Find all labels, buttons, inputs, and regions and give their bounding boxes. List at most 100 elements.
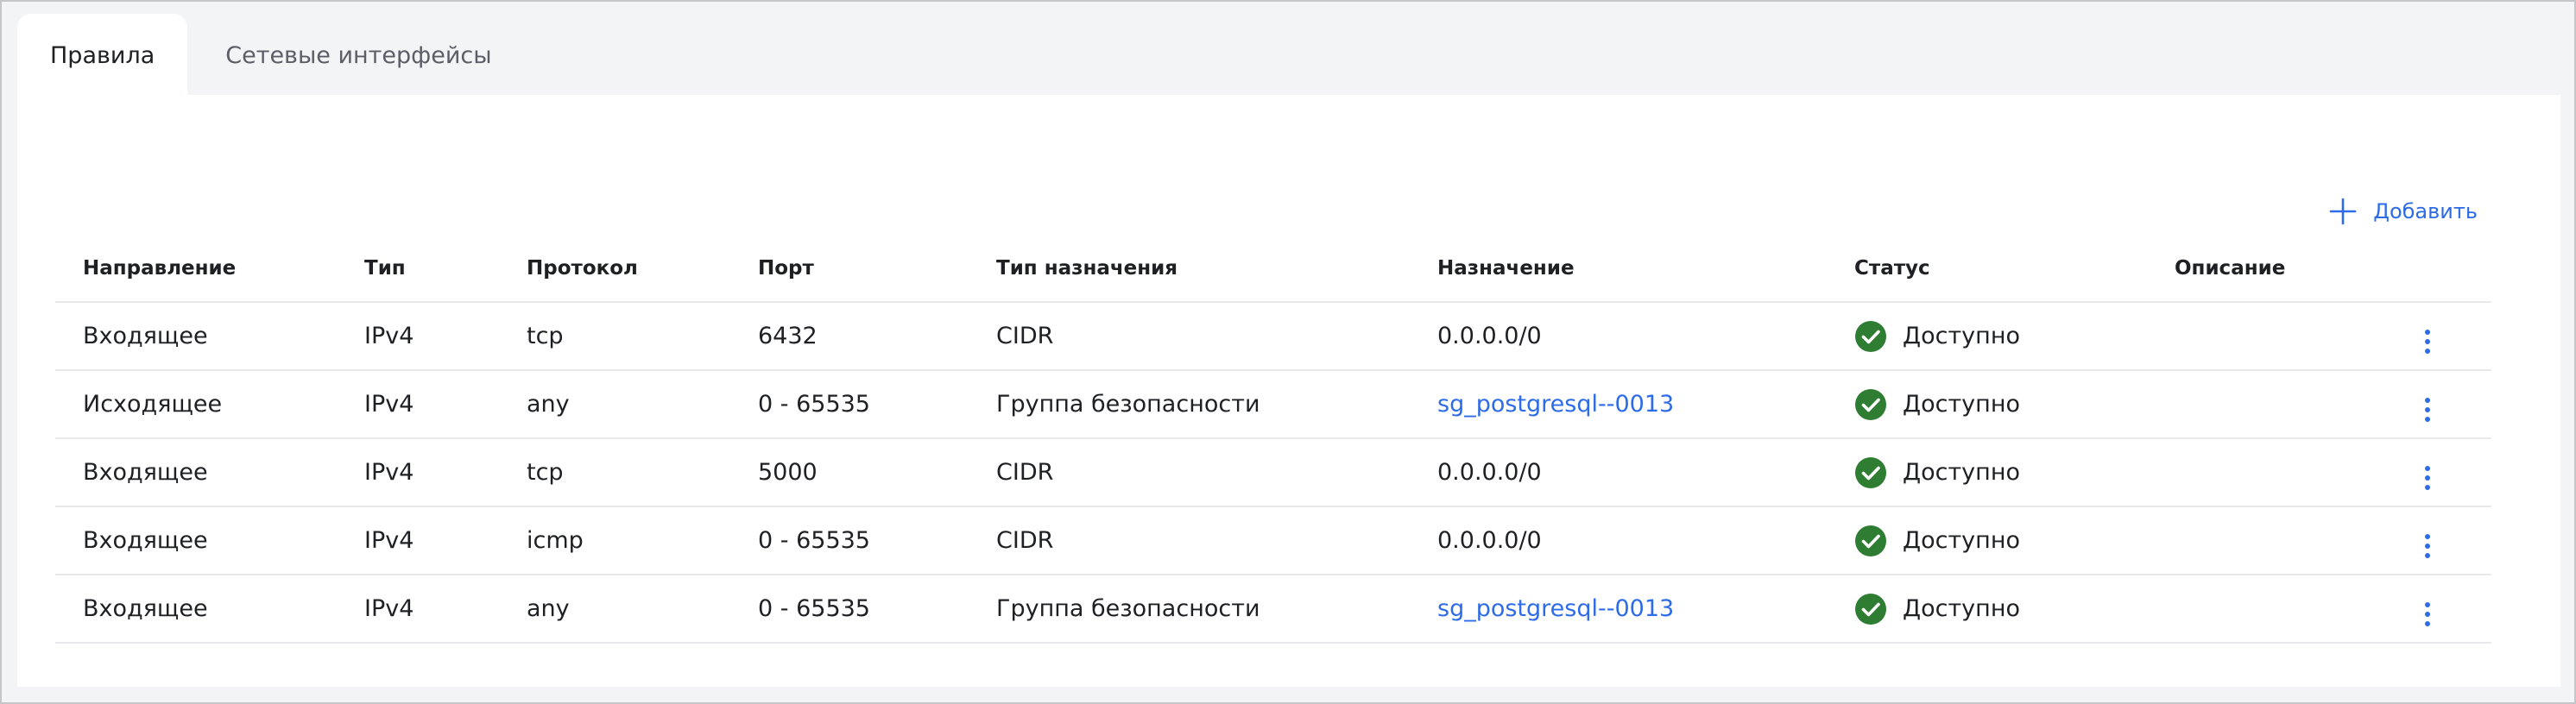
column-header-protocol: Протокол [499, 235, 730, 303]
kebab-dot [2425, 338, 2430, 344]
column-header-type: Тип [337, 235, 499, 303]
kebab-dot [2425, 465, 2430, 471]
check-circle-icon [1855, 456, 1886, 488]
status-badge: Доступно [1854, 388, 2147, 421]
status-label: Доступно [1903, 595, 2020, 622]
kebab-dot [2425, 552, 2430, 558]
kebab-dot [2425, 406, 2430, 412]
cell-actions [2364, 438, 2491, 507]
cell-protocol: any [499, 575, 730, 644]
cell-port: 0 - 65535 [730, 575, 969, 644]
cell-destination: 0.0.0.0/0 [1410, 302, 1827, 371]
column-header-description: Описание [2147, 235, 2364, 303]
cell-description [2147, 575, 2364, 644]
check-circle-icon [1855, 525, 1886, 556]
cell-direction: Входящее [55, 575, 337, 644]
cell-type: IPv4 [337, 506, 499, 575]
kebab-dot [2425, 397, 2430, 403]
cell-port: 5000 [730, 438, 969, 507]
cell-protocol: tcp [499, 302, 730, 371]
cell-description [2147, 438, 2364, 507]
column-header-status: Статус [1827, 235, 2147, 303]
status-label: Доступно [1903, 323, 2020, 349]
kebab-dot [2425, 543, 2430, 549]
kebab-dot [2425, 475, 2430, 481]
status-label: Доступно [1903, 459, 2020, 486]
column-header-destination-type: Тип назначения [969, 235, 1410, 303]
cell-type: IPv4 [337, 575, 499, 644]
cell-actions [2364, 302, 2491, 371]
status-badge: Доступно [1854, 320, 2147, 353]
add-rule-label: Добавить [2373, 199, 2478, 223]
kebab-dot [2425, 348, 2430, 354]
status-label: Доступно [1903, 527, 2020, 554]
cell-actions [2364, 575, 2491, 644]
cell-description [2147, 302, 2364, 371]
cell-destination-type: CIDR [969, 302, 1410, 371]
security-group-link[interactable]: sg_postgresql--0013 [1410, 575, 1827, 644]
table-row: Входящее IPv4 tcp 5000 CIDR 0.0.0.0/0 До… [55, 438, 2491, 507]
tab-rules[interactable]: Правила [17, 14, 188, 97]
cell-direction: Входящее [55, 506, 337, 575]
cell-destination-type: CIDR [969, 438, 1410, 507]
kebab-dot [2425, 329, 2430, 335]
tab-network-interfaces[interactable]: Сетевые интерфейсы [187, 14, 529, 97]
status-badge: Доступно [1854, 456, 2147, 489]
add-rule-button[interactable]: Добавить [2328, 188, 2478, 235]
tab-rules-label: Правила [50, 41, 155, 69]
column-header-actions [2364, 235, 2491, 303]
window-frame: Правила Сетевые интерфейсы Добавить Напр… [0, 0, 2576, 704]
cell-actions [2364, 370, 2491, 439]
status-label: Доступно [1903, 391, 2020, 418]
cell-type: IPv4 [337, 438, 499, 507]
kebab-dot [2425, 484, 2430, 490]
check-circle-icon [1855, 320, 1886, 352]
kebab-dot [2425, 620, 2430, 626]
rules-table-body: Входящее IPv4 tcp 6432 CIDR 0.0.0.0/0 До… [55, 302, 2491, 644]
column-header-direction: Направление [55, 235, 337, 303]
table-row: Входящее IPv4 any 0 - 65535 Группа безоп… [55, 575, 2491, 644]
row-actions-button[interactable] [2410, 597, 2445, 632]
cell-status: Доступно [1827, 302, 2147, 371]
column-header-destination: Назначение [1410, 235, 1827, 303]
check-circle-icon [1855, 593, 1886, 625]
tab-network-interfaces-label: Сетевые интерфейсы [225, 41, 492, 69]
cell-status: Доступно [1827, 370, 2147, 439]
cell-description [2147, 506, 2364, 575]
row-actions-button[interactable] [2410, 461, 2445, 495]
cell-destination: 0.0.0.0/0 [1410, 438, 1827, 507]
cell-port: 0 - 65535 [730, 370, 969, 439]
cell-direction: Исходящее [55, 370, 337, 439]
kebab-dot [2425, 533, 2430, 539]
table-row: Исходящее IPv4 any 0 - 65535 Группа безо… [55, 370, 2491, 439]
table-row: Входящее IPv4 tcp 6432 CIDR 0.0.0.0/0 До… [55, 302, 2491, 371]
cell-protocol: icmp [499, 506, 730, 575]
table-header-row: Направление Тип Протокол Порт Тип назнач… [55, 235, 2491, 303]
cell-actions [2364, 506, 2491, 575]
security-group-link[interactable]: sg_postgresql--0013 [1410, 370, 1827, 439]
cell-direction: Входящее [55, 438, 337, 507]
table-row: Входящее IPv4 icmp 0 - 65535 CIDR 0.0.0.… [55, 506, 2491, 575]
column-header-port: Порт [730, 235, 969, 303]
cell-protocol: any [499, 370, 730, 439]
cell-port: 6432 [730, 302, 969, 371]
cell-status: Доступно [1827, 506, 2147, 575]
kebab-dot [2425, 601, 2430, 607]
status-badge: Доступно [1854, 593, 2147, 625]
cell-direction: Входящее [55, 302, 337, 371]
row-actions-button[interactable] [2410, 529, 2445, 563]
kebab-dot [2425, 416, 2430, 422]
tab-bar: Правила Сетевые интерфейсы [17, 14, 530, 97]
row-actions-button[interactable] [2410, 324, 2445, 359]
cell-type: IPv4 [337, 302, 499, 371]
cell-destination-type: CIDR [969, 506, 1410, 575]
cell-destination-type: Группа безопасности [969, 575, 1410, 644]
row-actions-button[interactable] [2410, 393, 2445, 427]
cell-destination-type: Группа безопасности [969, 370, 1410, 439]
cell-port: 0 - 65535 [730, 506, 969, 575]
kebab-dot [2425, 611, 2430, 617]
plus-icon [2329, 198, 2357, 225]
cell-status: Доступно [1827, 438, 2147, 507]
cell-type: IPv4 [337, 370, 499, 439]
cell-protocol: tcp [499, 438, 730, 507]
